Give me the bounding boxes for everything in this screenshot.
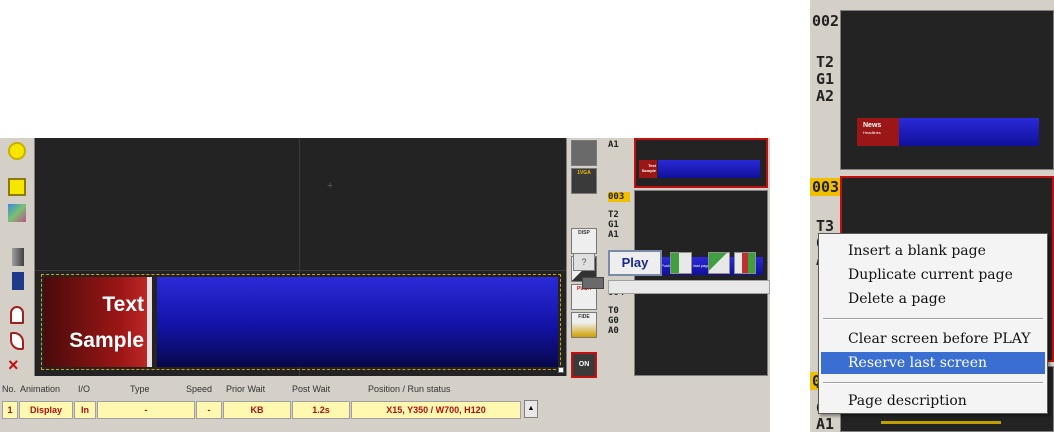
page-layer-g: G1 bbox=[816, 70, 835, 88]
cell-type[interactable]: - bbox=[97, 401, 195, 419]
help-button[interactable]: ? bbox=[573, 253, 595, 271]
page-layer-a: A0 bbox=[608, 326, 619, 336]
page-layer-t: T2 bbox=[608, 210, 619, 220]
mini-ticker bbox=[881, 421, 1001, 424]
play-button[interactable]: Play bbox=[608, 250, 662, 276]
animation-table: No. Animation I/O Type Speed Prior Wait … bbox=[0, 384, 566, 432]
menu-item-duplicate-page[interactable]: Duplicate current page bbox=[821, 264, 1045, 286]
page-thumbnail[interactable]: News Headlines bbox=[840, 10, 1054, 170]
layer-tool-icon[interactable] bbox=[12, 248, 24, 266]
page-number: 002 bbox=[812, 12, 840, 30]
cell-io[interactable]: In bbox=[74, 401, 96, 419]
lower-third-line1: Text bbox=[102, 293, 144, 316]
menu-item-clear-screen[interactable]: Clear screen before PLAY bbox=[821, 328, 1045, 350]
page-layer-g: G1 bbox=[608, 220, 619, 230]
table-scroll-up-button[interactable]: ▲ bbox=[524, 400, 538, 418]
cell-position[interactable]: X15, Y350 / W700, H120 bbox=[351, 401, 521, 419]
menu-separator bbox=[823, 318, 1043, 320]
cell-animation[interactable]: Display bbox=[19, 401, 73, 419]
lower-third-line2: Sample bbox=[69, 329, 144, 352]
preview-canvas[interactable]: + 1 Text Sample bbox=[34, 138, 566, 376]
cell-speed[interactable]: - bbox=[196, 401, 222, 419]
page-layer-info: A1 bbox=[608, 140, 619, 150]
lower-third-graphic[interactable]: 1 Text Sample bbox=[41, 274, 564, 373]
copy-page-icon[interactable] bbox=[708, 252, 730, 274]
move-tool-icon[interactable] bbox=[12, 272, 24, 290]
resize-handle[interactable] bbox=[558, 367, 564, 373]
col-header-io: I/O bbox=[78, 384, 91, 394]
delete-tool-icon[interactable]: × bbox=[8, 356, 19, 374]
mini-label: Text Sample bbox=[639, 160, 657, 178]
page-thumbnail[interactable] bbox=[634, 286, 768, 376]
mini-label: News Headlines bbox=[857, 118, 899, 146]
menu-item-insert-blank-page[interactable]: Insert a blank page bbox=[821, 240, 1045, 262]
mini-line1: News bbox=[863, 122, 882, 129]
page-context-menu: Insert a blank page Duplicate current pa… bbox=[818, 233, 1048, 414]
menu-item-page-description[interactable]: Page description bbox=[821, 390, 1045, 412]
cell-no[interactable]: 1 bbox=[2, 401, 18, 419]
lower-third-label-block: Text Sample bbox=[44, 277, 152, 367]
col-header-post-wait: Post Wait bbox=[292, 384, 331, 394]
curve-tool-icon[interactable] bbox=[10, 332, 24, 350]
center-cross-marker: + bbox=[327, 180, 334, 192]
menu-item-reserve-last-screen[interactable]: Reserve last screen bbox=[821, 352, 1045, 374]
arc-tool-icon[interactable] bbox=[10, 306, 24, 324]
col-header-no: No. bbox=[2, 384, 17, 394]
col-header-speed: Speed bbox=[186, 384, 213, 394]
effect-vga-button[interactable]: 1VGA bbox=[571, 168, 597, 194]
col-header-prior-wait: Prior Wait bbox=[226, 384, 266, 394]
tool-strip: × bbox=[0, 138, 30, 378]
menu-item-delete-page[interactable]: Delete a page bbox=[821, 288, 1045, 310]
page-layer-t: T0 bbox=[608, 306, 619, 316]
col-header-position: Position / Run status bbox=[368, 384, 451, 394]
effect-grid-button[interactable] bbox=[571, 140, 597, 166]
ellipse-tool-icon[interactable] bbox=[8, 142, 26, 160]
effect-on-button[interactable]: ON bbox=[571, 352, 597, 378]
status-bar bbox=[608, 280, 770, 294]
image-tool-icon[interactable] bbox=[8, 204, 26, 222]
page-number: 003 bbox=[608, 192, 630, 202]
page-layer-g: G0 bbox=[608, 316, 619, 326]
page-layer-t: T2 bbox=[816, 53, 835, 71]
page-layer-a: A1 bbox=[816, 415, 835, 433]
page-layer-a: A1 bbox=[608, 230, 619, 240]
mini-bar bbox=[658, 160, 760, 178]
effect-fade-button[interactable]: FIDE bbox=[571, 312, 597, 338]
page-layer-a: A2 bbox=[816, 87, 835, 105]
menu-separator bbox=[823, 382, 1043, 384]
keyboard-icon[interactable] bbox=[582, 277, 604, 289]
page-number: 003 bbox=[810, 178, 842, 196]
page-thumbnail[interactable]: Text Sample bbox=[634, 138, 768, 188]
transfer-page-icon[interactable] bbox=[734, 252, 756, 274]
rectangle-tool-icon[interactable] bbox=[8, 178, 26, 196]
mini-bar bbox=[899, 118, 1039, 146]
col-header-animation: Animation bbox=[20, 384, 61, 394]
mini-line2: Headlines bbox=[863, 130, 881, 135]
cell-prior-wait[interactable]: KB bbox=[223, 401, 291, 419]
effect-disp-button[interactable]: DISP bbox=[571, 228, 597, 254]
move-page-icon[interactable] bbox=[670, 252, 692, 274]
page-item[interactable]: 004 T0 G0 A0 bbox=[606, 286, 770, 376]
cell-post-wait[interactable]: 1.2s bbox=[292, 401, 350, 419]
col-header-type: Type bbox=[130, 384, 150, 394]
lower-third-bar bbox=[157, 277, 558, 367]
